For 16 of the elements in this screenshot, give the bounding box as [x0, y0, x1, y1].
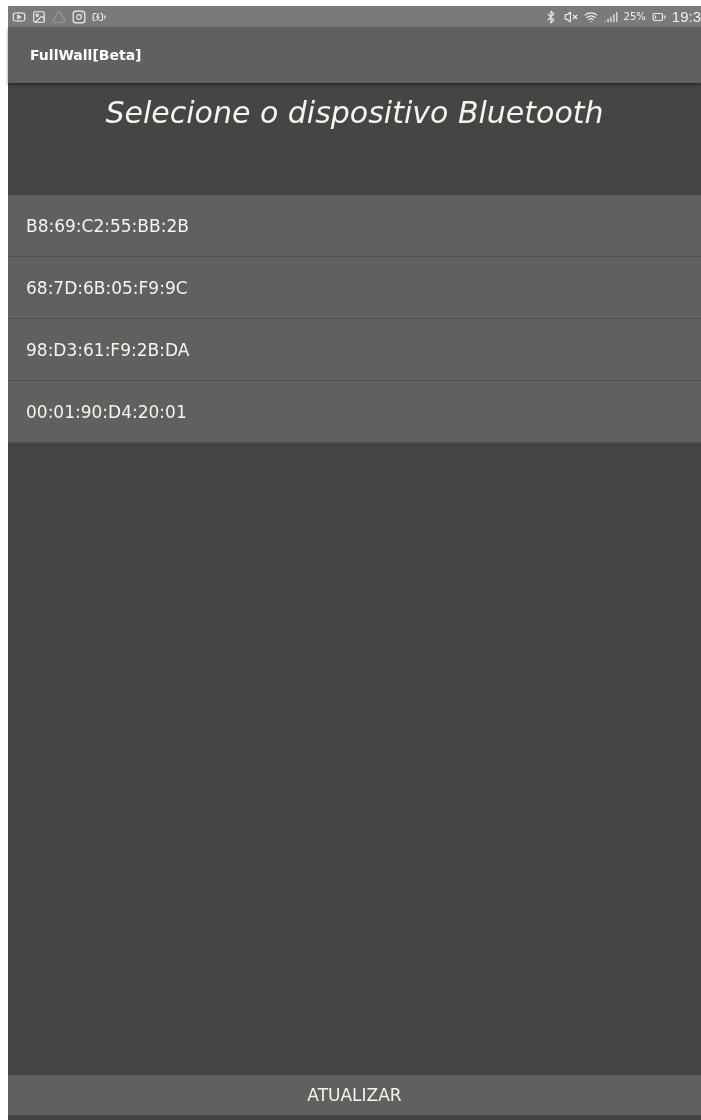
- device-item[interactable]: 98:D3:61:F9:2B:DA: [8, 319, 701, 381]
- image-icon: [32, 9, 46, 24]
- device-item[interactable]: 00:01:90:D4:20:01: [8, 381, 701, 443]
- device-item[interactable]: 68:7D:6B:05:F9:9C: [8, 257, 701, 319]
- play-icon: [12, 9, 26, 24]
- clock: 19:3: [671, 8, 701, 25]
- refresh-button[interactable]: ATUALIZAR: [8, 1075, 701, 1115]
- signal-icon: [603, 9, 618, 24]
- triangle-icon: [52, 9, 66, 24]
- device-item[interactable]: B8:69:C2:55:BB:2B: [8, 195, 701, 257]
- wifi-icon: [583, 9, 598, 24]
- battery-level: 25%: [623, 11, 646, 22]
- page-heading: Selecione o dispositivo Bluetooth: [104, 94, 605, 132]
- mute-icon: [563, 9, 578, 24]
- app-title: FullWall[Beta]: [30, 47, 142, 63]
- camera-icon: [72, 9, 86, 24]
